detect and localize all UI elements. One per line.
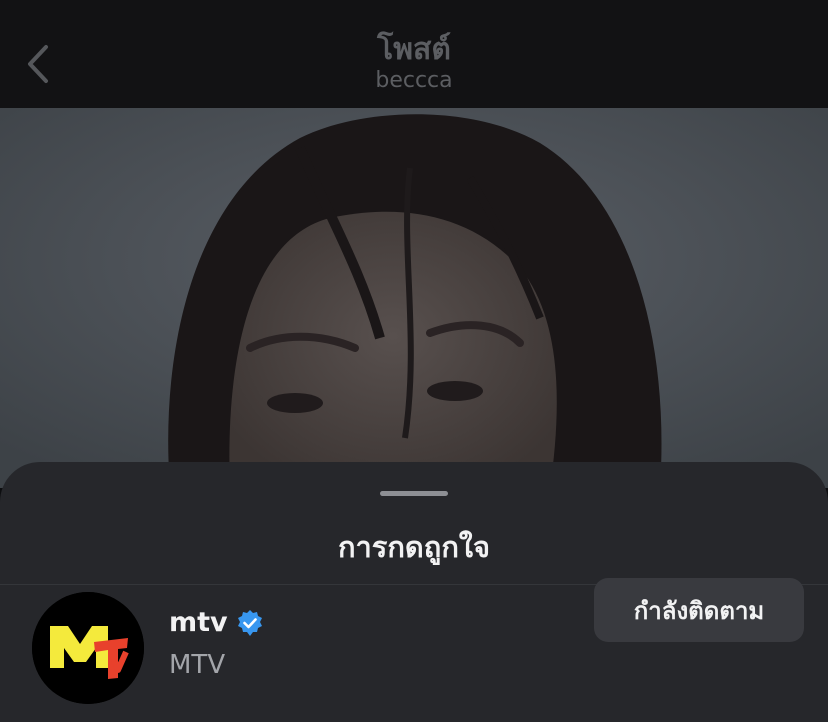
post-photo	[0, 108, 828, 488]
list-item[interactable]: mtv MTV กำลังติดตาม	[0, 578, 828, 710]
page-subtitle: beccca	[375, 68, 453, 93]
following-button[interactable]: กำลังติดตาม	[594, 578, 804, 642]
sheet-title: การกดถูกใจ	[337, 530, 491, 564]
verified-badge-icon	[237, 610, 262, 636]
full-name: MTV	[169, 650, 226, 680]
top-nav-bar: โพสต์ beccca	[0, 0, 828, 108]
username[interactable]: mtv	[169, 606, 228, 640]
likes-bottom-sheet: การกดถูกใจ mtv MTV กำลังติดตาม	[0, 462, 828, 722]
sheet-grabber[interactable]	[380, 491, 448, 496]
page-title: โพสต์	[377, 32, 451, 67]
mtv-logo	[32, 592, 144, 704]
username-line: mtv	[169, 606, 264, 640]
avatar[interactable]	[32, 592, 144, 704]
